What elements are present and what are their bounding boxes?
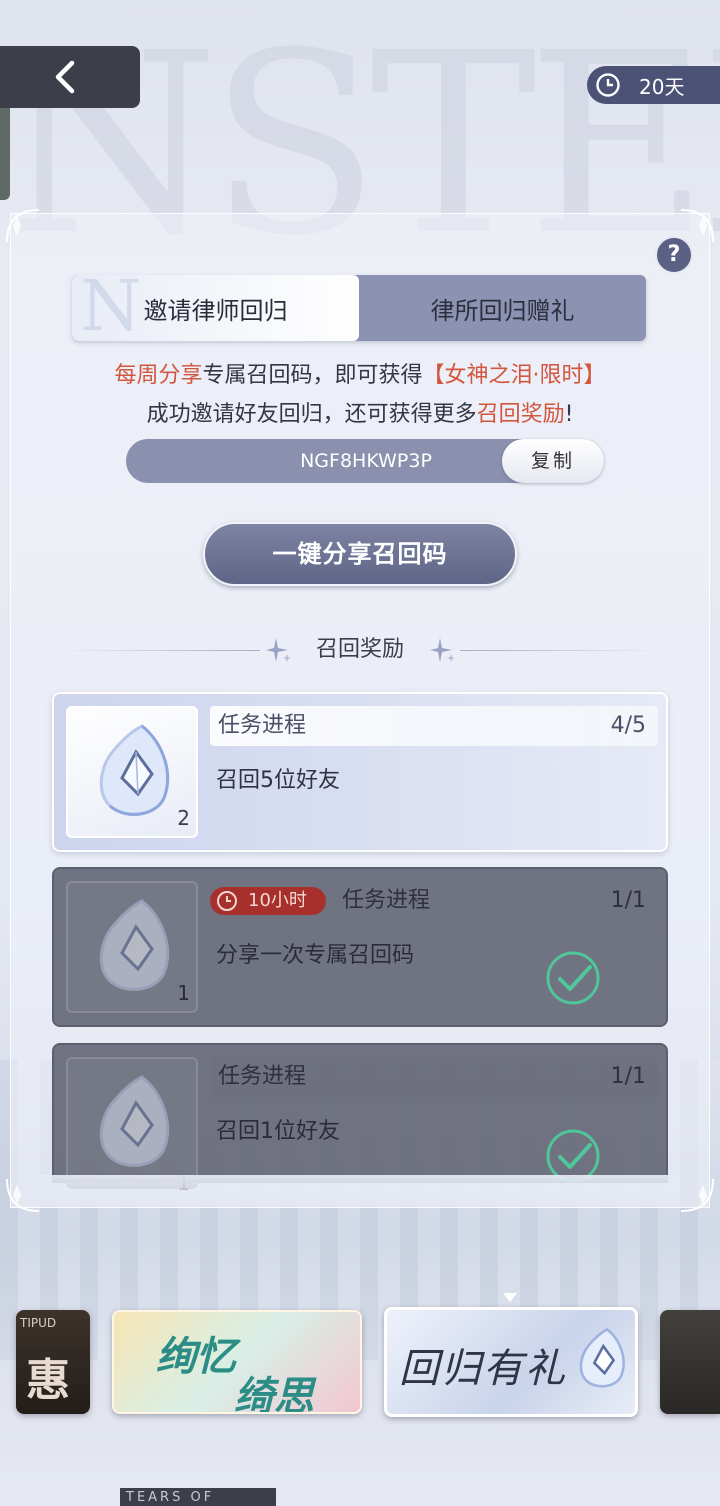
timer-badge-text: 10小时: [248, 890, 307, 911]
crystal-tear-icon: [99, 724, 169, 816]
reward-quantity: 1: [177, 981, 190, 1005]
progress-label: 任务进程: [342, 888, 431, 913]
crystal-tear-icon: [99, 1075, 169, 1167]
back-button[interactable]: [0, 46, 140, 108]
description-text: 专属召回码，即可获得: [202, 363, 423, 388]
task-card: 2 任务进程 4/5 召回5位好友: [52, 692, 668, 852]
task-card: 1 任务进程 1/1 召回1位好友: [52, 1043, 668, 1195]
reward-item[interactable]: 1: [66, 881, 198, 1013]
event-card-next[interactable]: [660, 1310, 720, 1414]
description-text: !: [564, 402, 574, 427]
task-description: 分享一次专属召回码: [216, 943, 415, 968]
tab-invite-lawyer[interactable]: 邀请律师回归: [72, 275, 359, 341]
event-card-title: 回归有礼: [399, 1346, 567, 1392]
reward-item[interactable]: 2: [66, 706, 198, 838]
event-card-title: 惠: [26, 1355, 70, 1406]
copy-button[interactable]: 复制: [502, 439, 604, 483]
description-text: 成功邀请好友回归，还可获得更多: [146, 402, 477, 427]
section-title: 召回奖励: [0, 632, 720, 668]
event-card-title: 绮思: [234, 1374, 314, 1414]
description-line-2: 成功邀请好友回归，还可获得更多召回奖励!: [0, 396, 720, 428]
corner-ornament: [680, 1178, 714, 1212]
checkmark-icon: [546, 951, 600, 1005]
event-card-subtitle: TIPUD: [20, 1316, 57, 1330]
clock-icon: [217, 891, 237, 911]
progress-label: 任务进程: [218, 1064, 307, 1089]
highlight-text: 【女神之泪·限时】: [422, 363, 606, 388]
recall-code: NGF8HKWP3P: [300, 450, 432, 472]
task-card: 1 10小时 任务进程 1/1 分享一次专属召回码: [52, 867, 668, 1027]
progress-strip: 任务进程 4/5: [210, 706, 658, 746]
footer-logo: TEARS OF: [120, 1488, 276, 1506]
clock-icon: [596, 73, 620, 97]
reward-quantity: 2: [177, 806, 190, 830]
progress-label: 任务进程: [218, 713, 307, 738]
sparkle-icon: [266, 638, 291, 662]
highlight-text: 每周分享: [114, 363, 203, 388]
question-icon: ?: [667, 242, 681, 267]
divider: [460, 650, 660, 651]
recall-code-bar: NGF8HKWP3P 复制: [126, 439, 604, 483]
description-line-1: 每周分享专属召回码，即可获得【女神之泪·限时】: [0, 357, 720, 389]
selected-pointer: [503, 1293, 517, 1302]
event-card-title: 绚忆: [156, 1334, 236, 1380]
tab-label: 邀请律师回归: [143, 296, 288, 325]
task-description: 召回1位好友: [216, 1119, 340, 1144]
tab-bar: 邀请律师回归 律所回归赠礼: [72, 275, 646, 341]
tab-return-gift[interactable]: 律所回归赠礼: [359, 275, 646, 341]
progress-count: 4/5: [610, 713, 646, 738]
highlight-text: 召回奖励: [476, 402, 565, 427]
chevron-left-icon: [55, 60, 75, 94]
crystal-tear-icon: [579, 1327, 625, 1388]
progress-strip: 10小时 任务进程 1/1: [210, 881, 658, 921]
event-card-sale[interactable]: TIPUD 惠: [16, 1310, 90, 1414]
corner-ornament: [6, 1178, 40, 1212]
share-code-button[interactable]: 一键分享召回码: [203, 522, 517, 586]
event-card-memories[interactable]: 绚忆 绮思: [112, 1310, 362, 1414]
progress-count: 1/1: [610, 1064, 646, 1089]
section-title-text: 召回奖励: [315, 637, 404, 662]
sparkle-icon: [430, 638, 455, 662]
task-description: 召回5位好友: [216, 768, 340, 793]
limited-timer-badge: 10小时: [210, 887, 326, 915]
event-card-return-gift[interactable]: 回归有礼: [384, 1307, 638, 1417]
corner-ornament: [6, 209, 40, 243]
timer-text: 20天: [639, 74, 685, 99]
event-timer: 20天: [587, 66, 720, 104]
reward-item[interactable]: 1: [66, 1057, 198, 1195]
divider: [60, 650, 260, 651]
progress-count: 1/1: [610, 888, 646, 913]
progress-strip: 任务进程 1/1: [210, 1057, 658, 1097]
list-fade: [40, 1175, 680, 1205]
help-button[interactable]: ?: [655, 236, 693, 274]
tab-label: 律所回归赠礼: [430, 296, 575, 325]
crystal-tear-icon: [99, 899, 169, 991]
